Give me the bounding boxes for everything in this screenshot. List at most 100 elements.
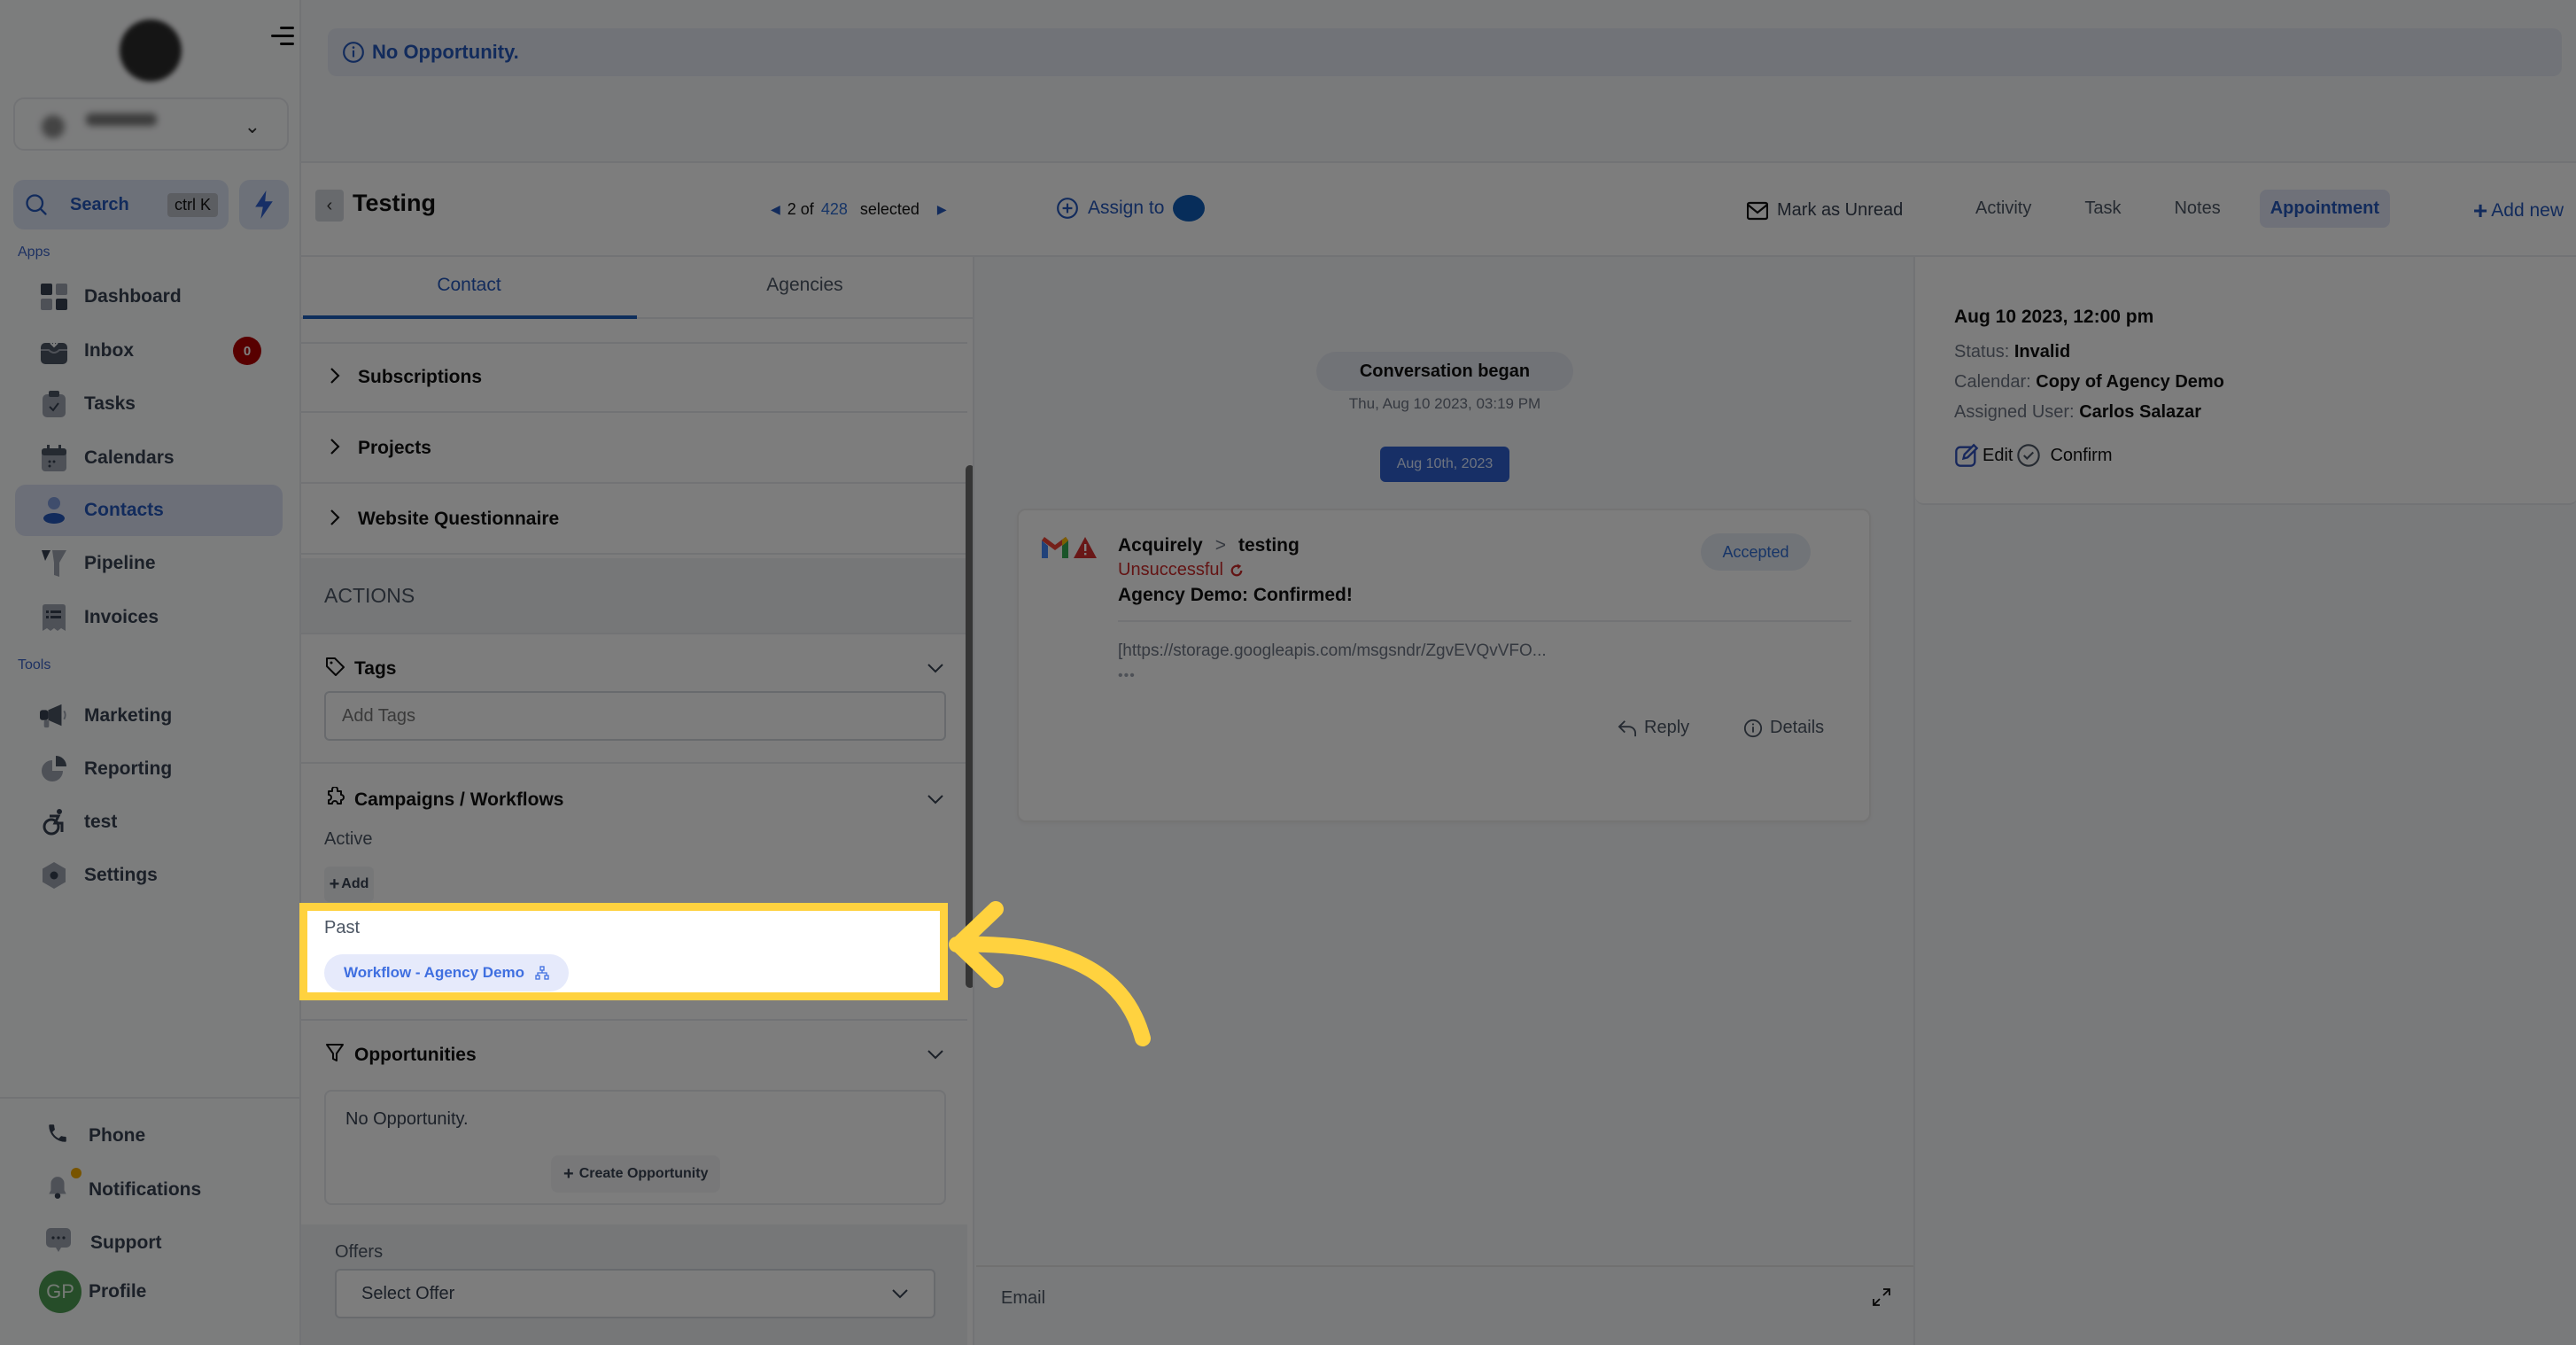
- appointment-calendar: Calendar: Copy of Agency Demo: [1954, 372, 2224, 393]
- sidebar: ⌄ Search ctrl K Apps Dashboard Inbox 0 T…: [0, 0, 301, 1345]
- conversation-began-pill: Conversation began: [1316, 352, 1573, 391]
- retry-icon[interactable]: [1229, 563, 1245, 579]
- sidebar-item-phone[interactable]: Phone: [46, 1122, 145, 1149]
- contact-header: ‹ Testing ◀ 2 of 428 selected ▶ Assign t…: [301, 161, 2576, 257]
- left-panel-scrollbar[interactable]: [966, 465, 973, 988]
- tab-activity[interactable]: Activity: [1949, 190, 2058, 228]
- prev-record-button[interactable]: ◀: [771, 202, 780, 217]
- sidebar-item-notifications[interactable]: Notifications: [46, 1168, 202, 1204]
- message-subject: Agency Demo: Confirmed!: [1118, 585, 1353, 605]
- chevron-down-icon: ⌄: [244, 115, 260, 137]
- sidebar-item-dashboard[interactable]: Dashboard: [15, 271, 283, 323]
- offers-label: Offers: [335, 1242, 384, 1262]
- sidebar-item-label: Tasks: [84, 393, 136, 414]
- accordion-subscriptions[interactable]: Subscriptions: [301, 344, 967, 413]
- select-offer-value: Select Offer: [361, 1283, 455, 1303]
- sidebar-item-profile[interactable]: GP Profile: [39, 1271, 146, 1313]
- sidebar-item-label: Notifications: [89, 1178, 202, 1200]
- add-workflow-button[interactable]: + Add: [324, 867, 374, 902]
- tags-section-header[interactable]: Tags: [324, 656, 944, 681]
- edit-appointment-button[interactable]: Edit: [1982, 446, 2013, 466]
- sidebar-item-tasks[interactable]: Tasks: [15, 378, 283, 430]
- pager-total[interactable]: 428: [821, 200, 848, 219]
- sidebar-item-reporting[interactable]: Reporting: [15, 743, 283, 795]
- status-value: Invalid: [2013, 342, 2071, 362]
- reply-button[interactable]: Reply: [1618, 718, 1689, 738]
- tab-contact[interactable]: Contact: [301, 257, 637, 319]
- opportunities-title: Opportunities: [354, 1044, 477, 1065]
- bell-icon: [46, 1168, 81, 1204]
- actions-header: ACTIONS: [301, 558, 967, 634]
- collapse-sidebar-button[interactable]: [271, 27, 294, 46]
- status-label: Status:: [1954, 342, 2010, 362]
- search-button[interactable]: Search ctrl K: [13, 180, 229, 229]
- search-icon: [26, 194, 47, 215]
- assign-to-button[interactable]: Assign to: [1056, 195, 1206, 222]
- assigned-user-value: Carlos Salazar: [2079, 402, 2202, 422]
- compose-channel-label[interactable]: Email: [1001, 1288, 1045, 1309]
- plus-circle-icon: [1057, 198, 1078, 219]
- sidebar-item-calendars[interactable]: Calendars: [15, 432, 283, 484]
- sidebar-item-support[interactable]: Support: [46, 1228, 161, 1257]
- contact-name: Testing: [353, 190, 436, 216]
- create-opportunity-button[interactable]: + Create Opportunity: [551, 1155, 721, 1193]
- reply-icon: [1618, 719, 1636, 736]
- delivery-status: Unsuccessful: [1118, 560, 1245, 580]
- accordion-label: Website Questionnaire: [358, 509, 560, 529]
- accordion-projects[interactable]: Projects: [301, 415, 967, 484]
- select-offer-dropdown[interactable]: Select Offer: [335, 1269, 935, 1318]
- section-divider: [301, 762, 967, 764]
- no-opportunity-text: No Opportunity.: [345, 1109, 469, 1129]
- workflow-hierarchy-icon: [535, 966, 549, 980]
- sidebar-item-contacts[interactable]: Contacts: [15, 485, 283, 536]
- sidebar-item-label: Phone: [89, 1124, 146, 1146]
- company-logo: [120, 19, 182, 82]
- warning-icon: [1074, 537, 1097, 558]
- accordion-label: Subscriptions: [358, 367, 483, 387]
- sidebar-item-label: Reporting: [84, 758, 173, 779]
- sidebar-item-label: Support: [90, 1232, 162, 1253]
- mark-as-unread-button[interactable]: Mark as Unread: [1747, 200, 1903, 221]
- expand-icon[interactable]: [1871, 1287, 1892, 1312]
- info-icon: [1743, 719, 1763, 737]
- message-route: Acquirely > testing: [1118, 535, 1300, 556]
- section-divider: [301, 1019, 967, 1021]
- sidebar-item-inbox[interactable]: Inbox 0: [15, 325, 283, 377]
- account-switcher[interactable]: ⌄: [13, 97, 289, 151]
- workflow-name: Workflow - Agency Demo: [344, 964, 525, 981]
- sidebar-item-invoices[interactable]: Invoices: [15, 592, 283, 643]
- chevron-down-icon: [891, 1284, 909, 1304]
- chevron-right-icon: [330, 438, 340, 460]
- add-new-label: Add new: [2491, 200, 2564, 221]
- back-button[interactable]: ‹: [315, 190, 344, 222]
- message-expand-dots[interactable]: •••: [1118, 668, 1136, 684]
- sidebar-item-test[interactable]: test: [15, 797, 283, 848]
- add-tags-input[interactable]: [324, 691, 946, 741]
- confirm-appointment-button[interactable]: Confirm: [2050, 446, 2112, 466]
- add-new-button[interactable]: + Add new: [2473, 197, 2564, 225]
- tab-task[interactable]: Task: [2058, 190, 2147, 228]
- next-record-button[interactable]: ▶: [937, 202, 947, 217]
- appointment-datetime: Aug 10 2023, 12:00 pm: [1954, 307, 2154, 327]
- tab-agencies[interactable]: Agencies: [637, 257, 973, 317]
- opportunities-section-header[interactable]: Opportunities: [324, 1042, 944, 1068]
- sidebar-item-marketing[interactable]: Marketing: [15, 690, 283, 742]
- quick-actions-button[interactable]: [239, 180, 289, 229]
- tags-title: Tags: [354, 657, 397, 679]
- active-workflows-label: Active: [324, 829, 373, 849]
- accessibility-icon: [40, 808, 68, 836]
- sidebar-item-pipeline[interactable]: Pipeline: [15, 538, 283, 589]
- tab-notes[interactable]: Notes: [2147, 190, 2246, 228]
- tasks-icon: [40, 390, 68, 418]
- search-label: Search: [70, 194, 129, 214]
- message-body: [https://storage.googleapis.com/msgsndr/…: [1118, 641, 1547, 660]
- details-button[interactable]: Details: [1743, 718, 1824, 738]
- campaigns-section-header[interactable]: Campaigns / Workflows: [324, 786, 944, 812]
- accordion-website-questionnaire[interactable]: Website Questionnaire: [301, 486, 967, 555]
- tab-appointment[interactable]: Appointment: [2259, 190, 2391, 228]
- profile-avatar: GP: [39, 1271, 81, 1313]
- compose-area[interactable]: Email: [976, 1265, 1913, 1345]
- sidebar-item-label: Dashboard: [84, 286, 182, 307]
- workflow-chip[interactable]: Workflow - Agency Demo: [324, 954, 570, 991]
- sidebar-item-settings[interactable]: Settings: [15, 850, 283, 901]
